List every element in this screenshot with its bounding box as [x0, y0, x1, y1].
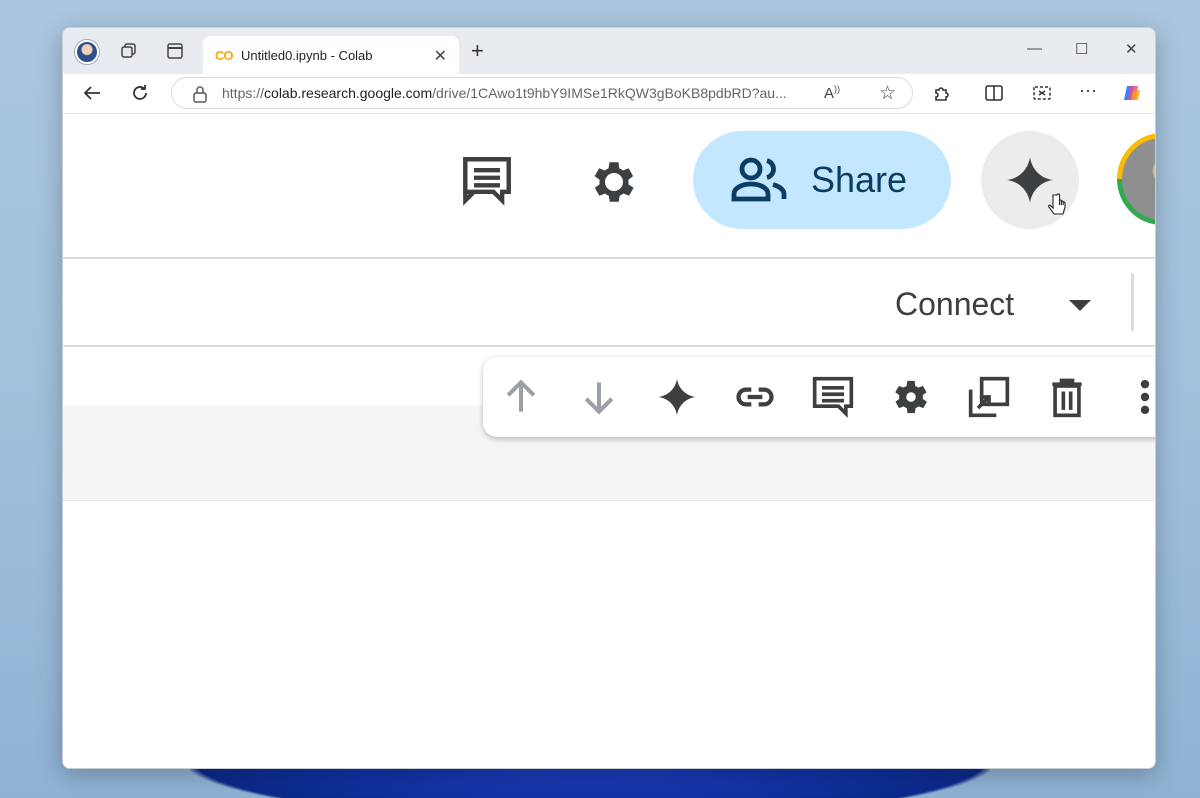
- people-icon: [731, 157, 787, 202]
- close-tab-icon[interactable]: ✕: [434, 46, 447, 66]
- arrow-down-icon[interactable]: [577, 375, 621, 419]
- screenshot-icon[interactable]: [1031, 82, 1053, 104]
- share-label: Share: [811, 159, 908, 200]
- extensions-icon[interactable]: [931, 82, 953, 104]
- arrow-up-icon[interactable]: [499, 375, 543, 419]
- new-tab-icon[interactable]: +: [471, 38, 484, 64]
- gemini-button[interactable]: [981, 131, 1079, 229]
- colab-page: Share Connect: [63, 115, 1156, 768]
- address-bar[interactable]: https://colab.research.google.com/drive/…: [171, 77, 913, 109]
- share-button[interactable]: Share: [693, 131, 951, 229]
- comment-icon[interactable]: [811, 375, 855, 419]
- hand-cursor-icon: [1048, 193, 1066, 215]
- tab-colab[interactable]: CO Untitled0.ipynb - Colab ✕: [203, 36, 459, 74]
- tab-actions-icon[interactable]: [165, 41, 185, 61]
- tab-bar: CO Untitled0.ipynb - Colab ✕ + — ☐ ✕: [63, 28, 1155, 74]
- close-window-icon[interactable]: ✕: [1125, 40, 1138, 58]
- sparkle-icon[interactable]: [655, 375, 699, 419]
- lock-icon[interactable]: [192, 85, 208, 103]
- mirror-cell-icon[interactable]: [967, 375, 1011, 419]
- url-host: colab.research.google.com: [264, 85, 433, 101]
- comment-icon[interactable]: [461, 155, 513, 207]
- split-screen-icon[interactable]: [983, 82, 1005, 104]
- colab-favicon: CO: [215, 47, 234, 63]
- back-icon[interactable]: [81, 82, 103, 104]
- url-prefix: https://: [222, 85, 265, 101]
- more-menu-icon[interactable]: ···: [1079, 80, 1097, 101]
- colab-header: Share: [63, 115, 1155, 259]
- workspaces-icon[interactable]: [119, 41, 139, 61]
- copilot-icon[interactable]: [1121, 82, 1143, 104]
- tab-title: Untitled0.ipynb - Colab: [241, 47, 373, 63]
- connect-button[interactable]: Connect: [895, 286, 1014, 323]
- gear-icon[interactable]: [587, 155, 641, 209]
- url-path: /drive/1CAwo1t9hbY9IMSe1RkQW3gBoKB8pdbRD…: [432, 85, 787, 101]
- refresh-icon[interactable]: [129, 82, 151, 104]
- favorite-star-icon[interactable]: ☆: [879, 82, 896, 105]
- divider: [1131, 273, 1134, 331]
- chevron-down-icon[interactable]: [1067, 297, 1093, 313]
- account-photo: [1122, 138, 1155, 220]
- link-icon[interactable]: [733, 375, 777, 419]
- cell-toolbar: [483, 357, 1156, 437]
- profile-avatar-small[interactable]: [75, 40, 99, 64]
- minimize-icon[interactable]: —: [1027, 40, 1042, 57]
- maximize-icon[interactable]: ☐: [1075, 40, 1088, 58]
- nav-bar: https://colab.research.google.com/drive/…: [63, 74, 1155, 114]
- gear-icon[interactable]: [889, 375, 933, 419]
- browser-window: CO Untitled0.ipynb - Colab ✕ + — ☐ ✕ htt…: [62, 27, 1156, 769]
- more-vert-icon[interactable]: [1123, 375, 1156, 419]
- runtime-bar: Connect: [63, 261, 1155, 347]
- read-aloud-icon[interactable]: A)): [824, 84, 840, 102]
- account-avatar[interactable]: [1117, 133, 1155, 225]
- trash-icon[interactable]: [1045, 375, 1089, 419]
